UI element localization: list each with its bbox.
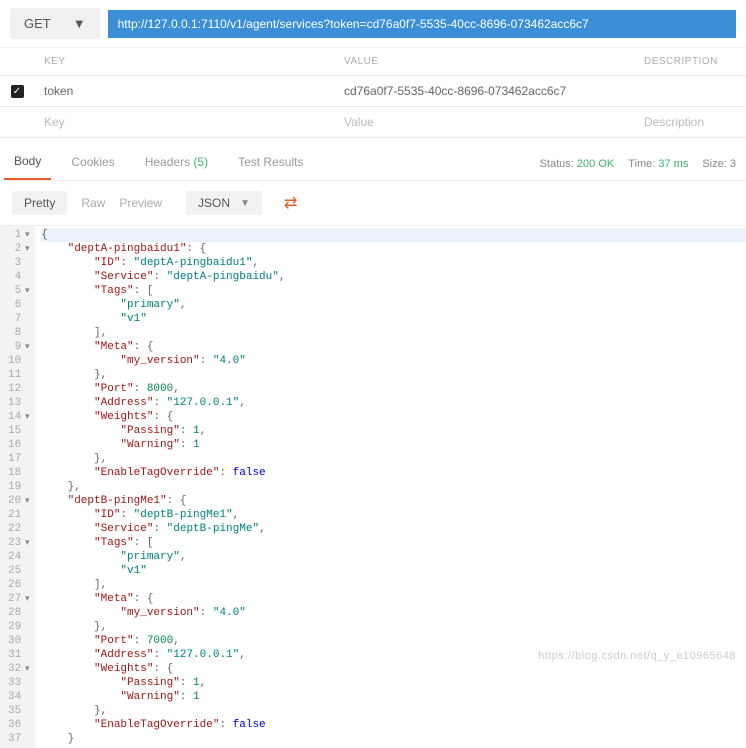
param-row-new: Key Value Description	[0, 107, 746, 138]
line-gutter: 1▾2▾345▾6789▾1011121314▾151617181920▾212…	[0, 226, 35, 748]
tab-test-results[interactable]: Test Results	[228, 149, 313, 179]
status-time: 37 ms	[658, 158, 688, 170]
tab-body[interactable]: Body	[4, 148, 51, 180]
wrap-icon[interactable]: ⇄	[284, 193, 297, 213]
response-body[interactable]: { "deptA-pingbaidu1": { "ID": "deptA-pin…	[35, 226, 746, 748]
watermark: https://blog.csdn.net/q_y_e10965648	[538, 650, 736, 662]
header-desc: DESCRIPTION	[634, 52, 746, 71]
chevron-down-icon: ▼	[73, 16, 86, 31]
param-key-placeholder[interactable]: Key	[34, 107, 334, 137]
format-select[interactable]: JSON ▼	[186, 191, 262, 215]
param-checkbox[interactable]: ✓	[11, 85, 24, 98]
tab-headers[interactable]: Headers (5)	[135, 149, 218, 179]
param-value-placeholder[interactable]: Value	[334, 107, 634, 137]
view-raw[interactable]: Raw	[81, 196, 105, 210]
param-value[interactable]: cd76a0f7-5535-40cc-8696-073462acc6c7	[334, 76, 634, 106]
method-label: GET	[24, 16, 51, 31]
param-key[interactable]: token	[34, 76, 334, 106]
header-value: VALUE	[334, 52, 634, 71]
param-desc[interactable]	[634, 76, 746, 106]
tab-cookies[interactable]: Cookies	[61, 149, 124, 179]
url-input[interactable]	[108, 10, 736, 38]
chevron-down-icon: ▼	[240, 198, 250, 209]
param-row: ✓ token cd76a0f7-5535-40cc-8696-073462ac…	[0, 76, 746, 107]
status-size: 3	[730, 158, 736, 170]
view-pretty[interactable]: Pretty	[12, 191, 67, 215]
status-area: Status: 200 OK Time: 37 ms Size: 3	[540, 158, 736, 170]
param-desc-placeholder[interactable]: Description	[634, 107, 746, 137]
status-code: 200 OK	[577, 158, 614, 170]
header-key: KEY	[34, 52, 334, 71]
params-header: KEY VALUE DESCRIPTION	[0, 48, 746, 76]
method-select[interactable]: GET ▼	[10, 8, 100, 39]
view-preview[interactable]: Preview	[119, 196, 162, 210]
